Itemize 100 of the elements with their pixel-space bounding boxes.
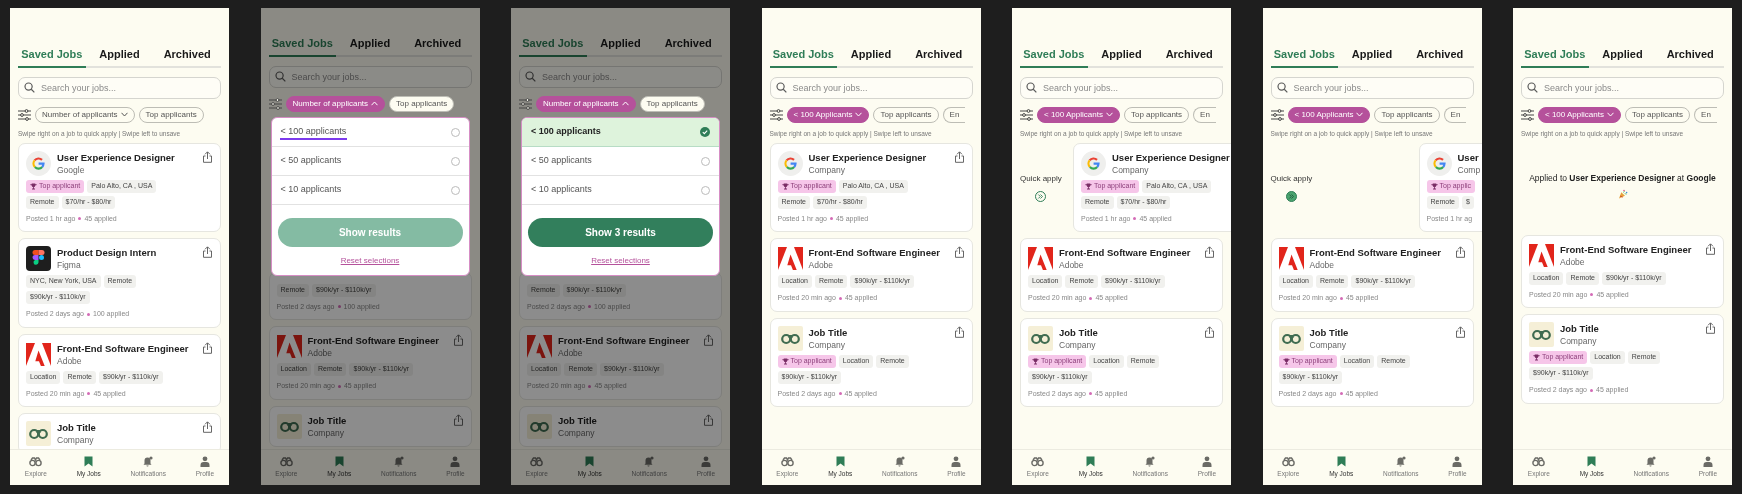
show-results-button[interactable]: Show 3 results: [528, 218, 713, 247]
share-icon[interactable]: [1204, 246, 1215, 258]
tab[interactable]: Saved Jobs: [1521, 46, 1589, 68]
dropdown-option[interactable]: < 50 applicants: [522, 147, 719, 176]
binoculars-icon: [1281, 456, 1295, 467]
quick-apply-icon[interactable]: [1035, 190, 1047, 202]
dropdown-option[interactable]: < 10 applicants: [522, 176, 719, 205]
filter-chip[interactable]: < 100 Applicants: [786, 106, 870, 123]
tab[interactable]: Archived: [1155, 46, 1223, 68]
tab[interactable]: Archived: [403, 35, 472, 57]
filter-icon[interactable]: [769, 108, 783, 121]
filter-chip[interactable]: En: [1193, 106, 1216, 123]
filter-icon[interactable]: [1270, 108, 1284, 121]
tab[interactable]: Saved Jobs: [1270, 46, 1339, 68]
share-icon[interactable]: [202, 246, 213, 258]
filter-icon[interactable]: [1521, 108, 1534, 121]
search-field[interactable]: Search your jobs...: [1020, 76, 1223, 99]
filter-chip[interactable]: En: [942, 106, 966, 123]
filter-chip[interactable]: En: [1443, 106, 1467, 123]
filter-icon[interactable]: [1020, 108, 1033, 121]
tab[interactable]: Applied: [837, 46, 905, 68]
share-icon[interactable]: [953, 150, 965, 163]
job-card[interactable]: Job Title Company: [268, 405, 472, 447]
share-icon[interactable]: [202, 341, 213, 354]
tab[interactable]: Applied: [586, 35, 655, 57]
reset-link[interactable]: Reset selections: [340, 255, 400, 267]
tab[interactable]: Saved Jobs: [769, 46, 838, 68]
reset-link[interactable]: Reset selections: [591, 255, 650, 267]
filter-icon[interactable]: [18, 108, 31, 121]
filter-chip[interactable]: Top applicants: [1123, 106, 1190, 123]
tab[interactable]: Applied: [1588, 46, 1657, 68]
person-icon: [1201, 456, 1212, 468]
chevron-icon: [855, 112, 863, 117]
filter-chip[interactable]: Top applicants: [138, 106, 204, 123]
bell-icon: [894, 456, 905, 468]
tab[interactable]: Applied: [1087, 46, 1156, 68]
chevron-icon: [1606, 112, 1614, 117]
tab[interactable]: Saved Jobs: [519, 35, 587, 57]
tab[interactable]: Saved Jobs: [18, 46, 86, 68]
party-popper-icon: [1617, 188, 1628, 199]
job-card[interactable]: Job Title Company: [18, 413, 221, 449]
search-field[interactable]: Search your jobs...: [769, 76, 973, 99]
filter-chip[interactable]: En: [1694, 106, 1717, 123]
share-icon[interactable]: [953, 325, 965, 338]
share-icon[interactable]: [1454, 246, 1466, 258]
share-icon[interactable]: [1705, 242, 1716, 255]
search-field[interactable]: Search your jobs...: [1270, 76, 1474, 99]
share-icon[interactable]: [1454, 325, 1466, 338]
dropdown-option[interactable]: < 100 applicants: [271, 118, 469, 147]
company-name: Comp: [1457, 163, 1481, 176]
share-icon[interactable]: [703, 334, 714, 346]
filter-icon[interactable]: [268, 97, 282, 110]
search-field[interactable]: Search your jobs...: [18, 76, 221, 99]
share-icon[interactable]: [953, 246, 965, 258]
tab[interactable]: Applied: [1338, 46, 1406, 68]
tab[interactable]: Saved Jobs: [268, 35, 337, 57]
tab[interactable]: Applied: [85, 46, 154, 68]
tab[interactable]: Archived: [654, 35, 722, 57]
job-title: Front-End Software Engineer: [1309, 246, 1441, 259]
bookmark-icon: [334, 456, 344, 468]
chevron-icon: [120, 112, 128, 117]
binoculars-icon: [530, 456, 544, 467]
dropdown-option[interactable]: < 50 applicants: [271, 147, 469, 176]
share-icon[interactable]: [452, 413, 464, 426]
quick-apply-icon[interactable]: [1285, 190, 1297, 202]
bookmark-icon: [585, 456, 595, 468]
filter-chip[interactable]: Number of applicants: [35, 106, 135, 123]
filter-chip[interactable]: Number of applicants: [285, 95, 386, 112]
tab[interactable]: Archived: [1405, 46, 1474, 68]
tab[interactable]: Saved Jobs: [1020, 46, 1088, 68]
tab[interactable]: Applied: [336, 35, 404, 57]
search-field[interactable]: Search your jobs...: [1521, 76, 1724, 99]
filter-chip[interactable]: < 100 Applicants: [1538, 106, 1621, 123]
share-icon[interactable]: [202, 150, 213, 163]
tab[interactable]: Archived: [153, 46, 221, 68]
job-card[interactable]: Job Title Company: [519, 405, 722, 447]
filter-chip[interactable]: Top applicants: [1624, 106, 1691, 123]
share-icon[interactable]: [703, 413, 714, 426]
filter-chip[interactable]: Number of applicants: [536, 95, 636, 112]
filter-chip[interactable]: < 100 Applicants: [1287, 106, 1371, 123]
trophy-icon: [1282, 357, 1290, 365]
share-icon[interactable]: [452, 334, 464, 346]
tab[interactable]: Archived: [1656, 46, 1724, 68]
company-logo: [527, 413, 552, 439]
filter-chip[interactable]: Top applicants: [1374, 106, 1440, 123]
share-icon[interactable]: [1204, 325, 1215, 338]
dropdown-option[interactable]: < 100 applicants: [522, 118, 719, 147]
confirmation-message: Applied to User Experience Designer at Google: [1529, 172, 1716, 185]
filter-chip[interactable]: < 100 Applicants: [1037, 106, 1120, 123]
tab[interactable]: Archived: [904, 46, 973, 68]
dropdown-option[interactable]: < 10 applicants: [271, 176, 469, 205]
job-title: Job Title: [1560, 322, 1599, 335]
trophy-icon: [1533, 354, 1540, 361]
share-icon[interactable]: [202, 421, 213, 433]
filter-chip[interactable]: Top applicants: [873, 106, 939, 123]
job-title: Front-End Software Engineer: [1560, 242, 1692, 256]
filter-chip[interactable]: Top applicants: [639, 95, 705, 112]
share-icon[interactable]: [1705, 322, 1716, 334]
filter-icon[interactable]: [519, 97, 532, 110]
filter-chip[interactable]: Top applicants: [389, 95, 455, 112]
